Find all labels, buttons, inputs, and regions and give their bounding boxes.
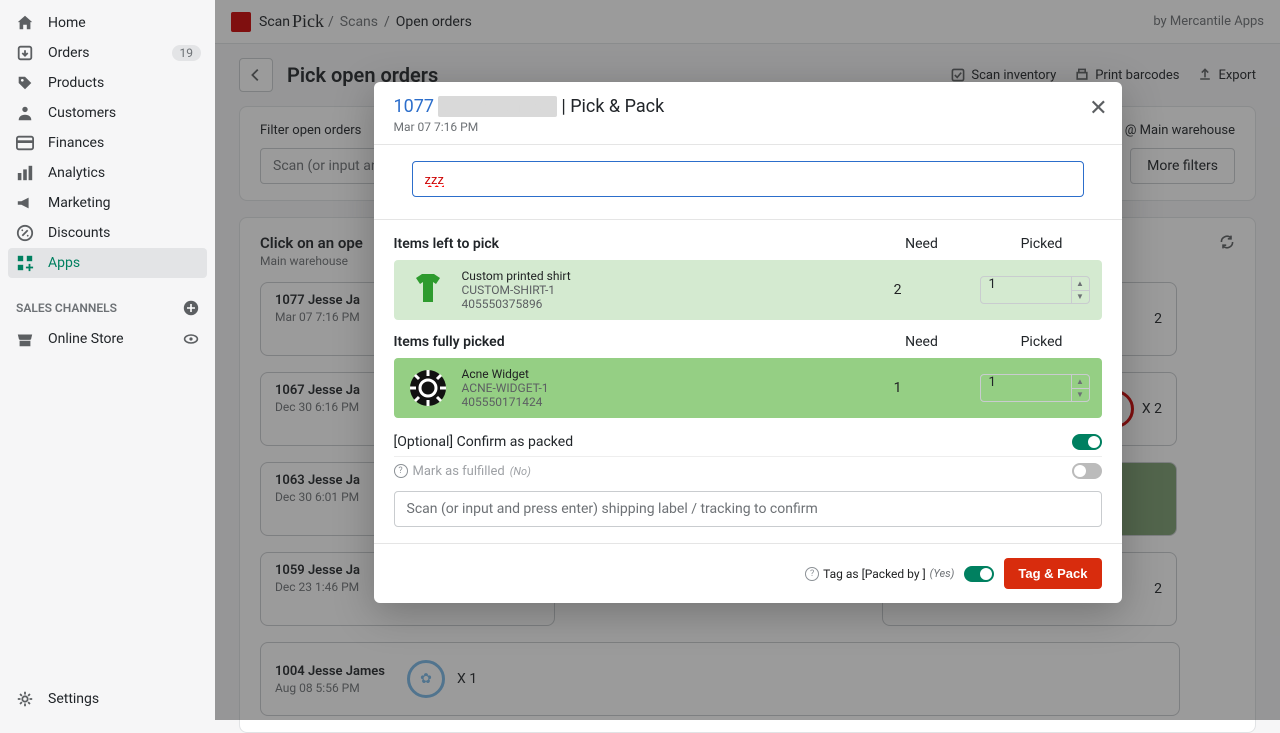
tag-icon [16,74,34,92]
settings-label: Settings [48,691,99,707]
need-value: 2 [838,282,958,298]
section-full-title: Items fully picked [394,334,862,350]
sidebar-online-store[interactable]: Online Store [0,324,215,354]
eye-icon[interactable] [183,331,199,347]
store-icon [16,330,34,348]
nav-home[interactable]: Home [0,8,215,38]
nav-label: Finances [48,135,104,151]
nav-label: Products [48,75,104,91]
nav-orders[interactable]: Orders 19 [0,38,215,68]
nav-discounts[interactable]: Discounts [0,218,215,248]
nav-analytics[interactable]: Analytics [0,158,215,188]
tag-packed-label: ? Tag as [Packed by ] (Yes) [805,567,954,581]
mark-fulfilled-label: ? Mark as fulfilled (No) [394,464,531,479]
person-icon [16,104,34,122]
mark-fulfilled-toggle[interactable] [1072,463,1102,479]
megaphone-icon [16,194,34,212]
nav-products[interactable]: Products [0,68,215,98]
col-need: Need [862,334,982,350]
qty-spinner[interactable]: ▲▼ [1071,277,1089,303]
nav-finances[interactable]: Finances [0,128,215,158]
nav-apps[interactable]: Apps [8,248,207,278]
item-row-left: Custom printed shirt CUSTOM-SHIRT-1 4055… [394,260,1102,320]
nav-label: Discounts [48,225,110,241]
close-icon[interactable]: ✕ [1089,96,1107,121]
nav-label: Apps [48,255,80,271]
tag-packed-toggle[interactable] [964,566,994,582]
qty-spinner[interactable]: ▲▼ [1071,375,1089,401]
modal-title: 1077 Jesse James | Pick & Pack [394,96,1102,117]
picked-qty-input[interactable]: 1 ▲▼ [980,276,1090,304]
confirm-packed-toggle[interactable] [1072,434,1102,450]
sidebar-settings[interactable]: Settings [0,678,215,720]
confirm-packed-label: [Optional] Confirm as packed [394,434,574,450]
nav-label: Customers [48,105,116,121]
discount-icon [16,224,34,242]
orders-badge: 19 [172,45,202,61]
modal-timestamp: Mar 07 7:16 PM [394,120,1102,134]
help-icon[interactable]: ? [805,567,819,581]
pick-pack-modal: 1077 Jesse James | Pick & Pack Mar 07 7:… [374,82,1122,603]
store-label: Online Store [48,331,124,347]
nav-label: Orders [48,45,90,61]
col-picked: Picked [982,334,1102,350]
nav-label: Home [48,15,86,31]
section-left-title: Items left to pick [394,236,862,252]
nav-label: Marketing [48,195,111,211]
order-link[interactable]: 1077 [394,96,434,117]
need-value: 1 [838,380,958,396]
col-picked: Picked [982,236,1102,252]
tag-pack-button[interactable]: Tag & Pack [1004,558,1101,589]
home-icon [16,14,34,32]
nav-customers[interactable]: Customers [0,98,215,128]
add-channel-icon[interactable] [183,300,199,316]
sales-channels-heading: SALES CHANNELS [16,301,117,315]
gear-icon [16,690,34,708]
orders-icon [16,44,34,62]
bars-icon [16,164,34,182]
item-row-full: Acne Widget ACNE-WIDGET-1 405550171424 1… [394,358,1102,418]
shirt-icon [406,268,450,312]
col-need: Need [862,236,982,252]
modal-scan-input[interactable] [412,161,1084,197]
customer-name-redacted: Jesse James [438,96,556,117]
nav-label: Analytics [48,165,105,181]
widget-icon [406,366,450,410]
card-icon [16,134,34,152]
picked-qty-input[interactable]: 1 ▲▼ [980,374,1090,402]
apps-icon [16,254,34,272]
help-icon[interactable]: ? [394,464,408,478]
shipping-scan-input[interactable]: Scan (or input and press enter) shipping… [394,491,1102,527]
nav-marketing[interactable]: Marketing [0,188,215,218]
